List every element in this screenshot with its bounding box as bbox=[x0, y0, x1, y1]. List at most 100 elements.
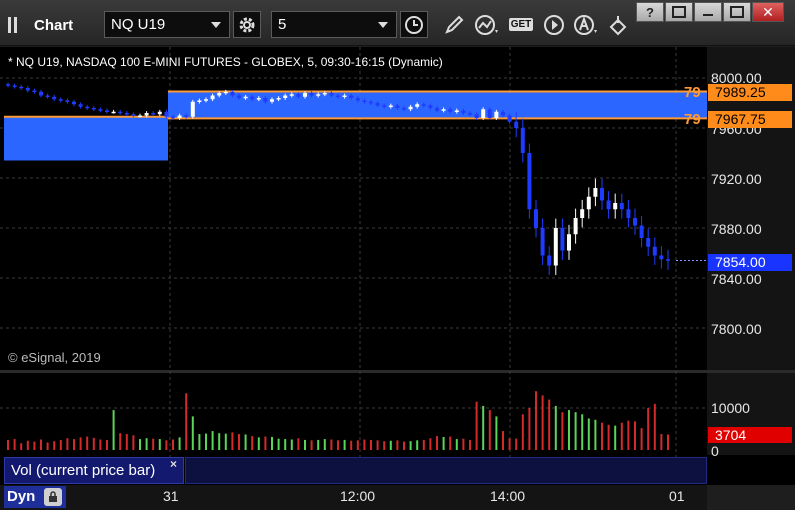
volume-bar bbox=[330, 439, 333, 450]
candle-body bbox=[520, 128, 525, 153]
level-number: 79 bbox=[684, 111, 701, 128]
candle-body bbox=[138, 115, 142, 117]
candle-body bbox=[19, 86, 24, 89]
volume-bar bbox=[502, 431, 504, 450]
price-tick: 7880.00 bbox=[711, 221, 762, 237]
candle-body bbox=[303, 93, 307, 97]
volume-bar bbox=[574, 412, 577, 450]
candle-body bbox=[507, 115, 512, 122]
candle-body bbox=[329, 93, 334, 96]
price-tick: 7800.00 bbox=[711, 321, 762, 337]
lock-icon[interactable] bbox=[44, 488, 62, 506]
time-tick: 01 bbox=[669, 488, 685, 504]
volume-bar bbox=[337, 440, 339, 450]
candle-body bbox=[586, 196, 591, 210]
candle-body bbox=[448, 109, 453, 112]
candle-body bbox=[527, 153, 532, 210]
volume-bar bbox=[86, 436, 89, 450]
volume-bar bbox=[535, 391, 537, 450]
volume-bar bbox=[403, 441, 405, 450]
volume-bar bbox=[317, 439, 320, 450]
volume-bar bbox=[13, 439, 16, 450]
candle-body bbox=[85, 106, 90, 109]
candle-body bbox=[25, 88, 30, 91]
study-strip bbox=[185, 457, 707, 484]
volume-bar bbox=[304, 439, 306, 450]
candle-body bbox=[553, 228, 558, 266]
price-volume-plot[interactable] bbox=[0, 0, 795, 510]
volume-tick: 0 bbox=[711, 443, 719, 459]
candle-body bbox=[217, 93, 222, 96]
volume-bar bbox=[218, 433, 221, 450]
volume-bar bbox=[73, 439, 75, 450]
time-tick: 14:00 bbox=[490, 488, 526, 504]
volume-bar bbox=[125, 434, 128, 450]
volume-bar bbox=[310, 440, 313, 450]
candle-body bbox=[316, 94, 321, 96]
volume-bar bbox=[185, 393, 188, 450]
candle-body bbox=[58, 99, 63, 101]
volume-bar bbox=[548, 399, 551, 450]
close-icon[interactable]: × bbox=[170, 457, 177, 471]
candle-body bbox=[474, 114, 479, 118]
level-price-tag: 7989.25 bbox=[708, 84, 792, 101]
study-label[interactable]: Vol (current price bar) bbox=[4, 457, 184, 484]
candle-body bbox=[567, 234, 571, 251]
volume-bar bbox=[40, 439, 42, 450]
volume-bar bbox=[568, 410, 570, 450]
candle-body bbox=[78, 104, 83, 107]
candle-body bbox=[547, 255, 552, 266]
volume-bar bbox=[119, 433, 122, 450]
candle-body bbox=[487, 109, 492, 118]
volume-bar bbox=[521, 414, 524, 450]
candle-body bbox=[322, 93, 327, 95]
volume-bar bbox=[462, 438, 465, 450]
volume-bar bbox=[429, 438, 432, 450]
volume-bar bbox=[455, 439, 458, 450]
volume-bar bbox=[211, 431, 214, 450]
candle-body bbox=[12, 85, 17, 87]
candle-body bbox=[184, 115, 189, 117]
volume-bar bbox=[106, 439, 108, 450]
candle-body bbox=[243, 96, 248, 99]
volume-bar bbox=[389, 440, 392, 450]
value-zone bbox=[4, 116, 168, 161]
candle-body bbox=[402, 108, 406, 110]
candle-body bbox=[270, 99, 274, 102]
volume-bar bbox=[59, 439, 62, 450]
volume-bar bbox=[449, 436, 452, 450]
candle-body bbox=[144, 113, 149, 116]
volume-bar bbox=[422, 439, 425, 450]
volume-bar bbox=[614, 425, 617, 450]
volume-bar bbox=[475, 401, 478, 450]
candle-body bbox=[573, 218, 578, 235]
volume-bar bbox=[561, 412, 564, 450]
candle-body bbox=[659, 255, 664, 260]
candle-body bbox=[639, 225, 644, 238]
candle-body bbox=[375, 103, 380, 106]
candle-body bbox=[91, 108, 96, 110]
candle-body bbox=[461, 110, 466, 113]
volume-bar bbox=[53, 441, 56, 450]
volume-bar bbox=[587, 418, 590, 450]
candle-body bbox=[619, 203, 624, 210]
candle-body bbox=[111, 111, 116, 114]
volume-bar bbox=[482, 405, 485, 450]
volume-bar bbox=[409, 441, 412, 450]
volume-bar bbox=[442, 436, 445, 450]
volume-bar bbox=[601, 422, 603, 450]
candle-body bbox=[223, 91, 228, 94]
candle-body bbox=[441, 109, 446, 111]
volume-bar bbox=[594, 419, 597, 450]
candle-body bbox=[369, 101, 373, 104]
volume-bar bbox=[152, 438, 155, 450]
volume-bar bbox=[436, 436, 438, 450]
volume-bar bbox=[620, 422, 623, 450]
candle-body bbox=[652, 246, 657, 256]
candle-body bbox=[593, 188, 598, 197]
candle-body bbox=[415, 104, 420, 107]
candle-body bbox=[428, 105, 433, 108]
volume-bar bbox=[92, 437, 95, 450]
candle-body bbox=[435, 108, 439, 111]
candle-body bbox=[237, 95, 241, 98]
